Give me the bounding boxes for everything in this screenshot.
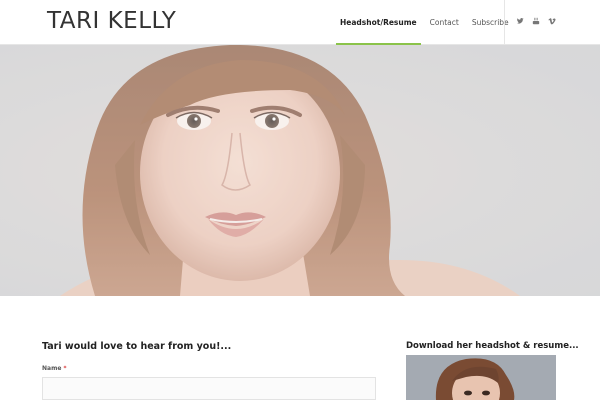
social-links [516,16,556,26]
headshot-image [406,355,556,400]
site-header: TARI KELLY Headshot/Resume Contact Subsc… [0,0,600,45]
contact-title: Tari would love to hear from you!... [42,341,232,352]
vimeo-icon[interactable] [548,16,556,26]
youtube-icon[interactable] [532,16,540,26]
main-nav: Headshot/Resume Contact Subscribe [336,0,522,45]
nav-divider [504,0,505,45]
hero-portrait [0,45,600,296]
nav-headshot-resume[interactable]: Headshot/Resume [336,0,421,45]
headshot-thumbnail[interactable] [406,355,556,400]
name-field-label: Name * [42,365,67,372]
download-title: Download her headshot & resume... [406,341,579,351]
twitter-icon[interactable] [516,16,524,26]
nav-contact[interactable]: Contact [430,0,459,45]
hero-overlay [0,45,600,296]
site-logo[interactable]: TARI KELLY [47,8,176,34]
name-input[interactable] [42,377,376,400]
required-mark: * [63,365,67,372]
name-label-text: Name [42,365,62,372]
